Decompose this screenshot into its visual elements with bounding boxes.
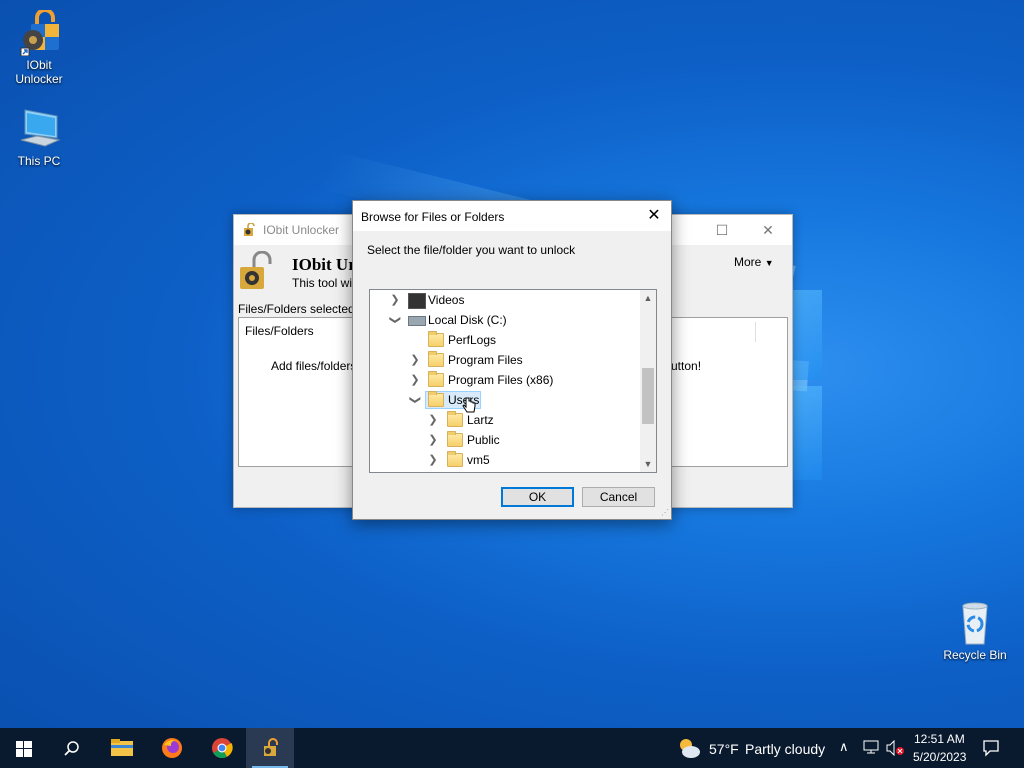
- folder-tree[interactable]: ❯ Videos ❯ Local Disk (C:) PerfLogs ❯ Pr…: [369, 289, 657, 473]
- desktop-icon-label: This PC: [17, 154, 61, 168]
- chevron-down-icon[interactable]: ❯: [385, 315, 405, 325]
- chevron-up-icon[interactable]: ∧: [839, 739, 849, 755]
- empty-hint-right: utton!: [671, 359, 702, 373]
- tree-item-perflogs[interactable]: PerfLogs: [370, 330, 640, 350]
- taskbar: 57°F Partly cloudy ∧ 12:51 AM 5/20/2023: [0, 728, 1024, 768]
- close-icon: ✕: [647, 207, 661, 224]
- computer-icon: [15, 106, 63, 152]
- desktop-icon-recycle-bin[interactable]: Recycle Bin: [940, 600, 1010, 662]
- chrome-icon: [212, 738, 233, 759]
- chevron-right-icon[interactable]: ❯: [410, 370, 420, 390]
- taskbar-chrome[interactable]: [198, 728, 246, 768]
- more-menu-button[interactable]: More ▼: [734, 255, 774, 269]
- unlocker-small-icon: [242, 222, 256, 237]
- ok-button[interactable]: OK: [501, 487, 574, 507]
- firefox-icon: [162, 738, 182, 758]
- tree-item-label: Local Disk (C:): [428, 313, 507, 327]
- app-heading: IObit Ur: [292, 255, 356, 274]
- scroll-down-icon[interactable]: ▼: [640, 456, 656, 472]
- search-icon: [64, 741, 79, 756]
- volume-muted-icon[interactable]: [886, 739, 904, 757]
- file-explorer-icon: [111, 739, 133, 756]
- folder-icon: [428, 371, 444, 387]
- maximize-button[interactable]: ☐: [699, 215, 745, 245]
- dialog-close-button[interactable]: ✕: [637, 201, 671, 231]
- weather-desc[interactable]: Partly cloudy: [745, 741, 825, 757]
- chevron-down-icon[interactable]: ❯: [405, 395, 425, 405]
- tree-scrollbar[interactable]: ▲ ▼: [640, 290, 656, 472]
- folder-icon: [447, 431, 463, 447]
- maximize-icon: ☐: [715, 222, 729, 238]
- drive-icon: [408, 316, 426, 326]
- windows-logo-pane: [792, 290, 822, 380]
- tree-item-videos[interactable]: ❯ Videos: [370, 290, 640, 310]
- window-title: IObit Unlocker: [263, 223, 340, 237]
- scroll-up-icon[interactable]: ▲: [640, 290, 656, 306]
- videos-folder-icon: [408, 293, 426, 309]
- tree-item-program-files-x86[interactable]: ❯ Program Files (x86): [370, 370, 640, 390]
- notifications-icon[interactable]: [982, 739, 1000, 757]
- tree-item-users[interactable]: ❯ Users: [370, 390, 640, 410]
- column-header-files[interactable]: Files/Folders: [245, 324, 314, 338]
- windows-logo-pane: [792, 386, 822, 480]
- desktop-icon-label: IObit Unlocker: [15, 58, 63, 86]
- tree-item-vm5[interactable]: ❯ vm5: [370, 450, 640, 470]
- tree-item-label: Public: [467, 433, 500, 447]
- chevron-right-icon[interactable]: ❯: [428, 430, 438, 450]
- folder-icon: [447, 451, 463, 467]
- resize-grip-icon[interactable]: ⋰: [661, 509, 669, 517]
- tree-item-label: Videos: [428, 293, 465, 307]
- folder-icon: [447, 411, 463, 427]
- search-button[interactable]: [48, 728, 96, 768]
- recycle-bin-icon: [951, 600, 999, 646]
- taskbar-file-explorer[interactable]: [98, 728, 146, 768]
- desktop-icon-this-pc[interactable]: This PC: [4, 106, 74, 168]
- cancel-button[interactable]: Cancel: [582, 487, 655, 507]
- section-label: Files/Folders selected: [238, 302, 355, 316]
- folder-icon: [428, 351, 444, 367]
- tree-item-program-files[interactable]: ❯ Program Files: [370, 350, 640, 370]
- iobit-unlocker-icon: [15, 8, 63, 57]
- folder-icon: [428, 331, 444, 347]
- chevron-right-icon[interactable]: ❯: [428, 450, 438, 470]
- start-button[interactable]: [0, 728, 48, 768]
- desktop-icon-label: Recycle Bin: [943, 648, 1007, 662]
- close-button[interactable]: ✕: [745, 215, 791, 245]
- tree-item-public[interactable]: ❯ Public: [370, 430, 640, 450]
- hand-cursor-icon: [462, 397, 476, 415]
- taskbar-firefox[interactable]: [148, 728, 196, 768]
- chevron-right-icon[interactable]: ❯: [410, 350, 420, 370]
- browse-dialog[interactable]: Browse for Files or Folders ✕ Select the…: [352, 200, 672, 520]
- tree-item-label: Program Files (x86): [448, 373, 554, 387]
- network-icon[interactable]: [863, 740, 879, 754]
- close-icon: ✕: [762, 222, 774, 238]
- dialog-titlebar[interactable]: Browse for Files or Folders ✕: [353, 201, 671, 231]
- dialog-prompt: Select the file/folder you want to unloc…: [367, 243, 576, 257]
- chevron-right-icon[interactable]: ❯: [428, 410, 438, 430]
- scrollbar-thumb[interactable]: [642, 368, 654, 424]
- clock-date[interactable]: 5/20/2023: [913, 750, 966, 764]
- caret-down-icon: ▼: [764, 258, 774, 268]
- more-label: More: [734, 255, 762, 269]
- clock-time[interactable]: 12:51 AM: [914, 732, 965, 746]
- taskbar-iobit-unlocker[interactable]: [246, 728, 294, 768]
- desktop-icon-iobit-unlocker[interactable]: IObit Unlocker: [4, 8, 74, 86]
- chevron-right-icon[interactable]: ❯: [390, 290, 400, 310]
- windows-start-icon: [16, 741, 32, 757]
- unlocker-logo-icon: [238, 250, 274, 291]
- tree-item-lartz[interactable]: ❯ Lartz: [370, 410, 640, 430]
- dialog-title: Browse for Files or Folders: [361, 210, 505, 224]
- column-divider: [755, 322, 756, 342]
- partly-cloudy-icon[interactable]: [676, 736, 702, 760]
- tree-item-label: vm5: [467, 453, 490, 467]
- tree-item-label: PerfLogs: [448, 333, 497, 347]
- folder-icon: [428, 391, 444, 407]
- tree-item-local-disk[interactable]: ❯ Local Disk (C:): [370, 310, 640, 330]
- tree-item-label: Program Files: [448, 353, 523, 367]
- iobit-unlocker-icon: [264, 738, 278, 756]
- empty-hint-left: Add files/folders t: [271, 359, 364, 373]
- weather-temp[interactable]: 57°F: [709, 741, 739, 757]
